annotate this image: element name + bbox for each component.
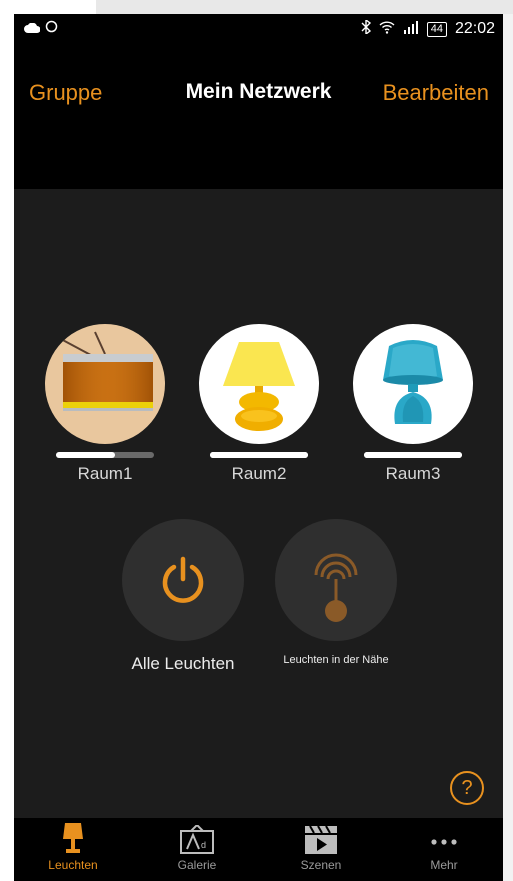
room-card-1[interactable]: Raum1 — [45, 324, 165, 484]
tab-galerie[interactable]: d Galerie — [152, 822, 242, 872]
room2-lamp-image[interactable] — [199, 324, 319, 444]
wifi-icon — [379, 20, 395, 38]
tab-szenen[interactable]: Szenen — [276, 822, 366, 872]
room3-brightness-fill — [364, 452, 462, 458]
signal-icon — [403, 20, 419, 38]
all-lights-label: Alle Leuchten — [131, 654, 235, 673]
lamp-icon — [62, 823, 84, 858]
tab-leuchten[interactable]: Leuchten — [28, 822, 118, 872]
header: Gruppe Mein Netzwerk Bearbeiten — [14, 44, 503, 189]
room3-lamp-image[interactable] — [353, 324, 473, 444]
room2-brightness-fill — [210, 452, 308, 458]
clock: 22:02 — [454, 20, 495, 37]
window-right-edge — [503, 14, 513, 881]
cloud-icon — [24, 20, 41, 37]
circle-notification-icon — [45, 20, 58, 37]
room3-label: Raum3 — [385, 464, 441, 483]
tab-mehr-label: Mehr — [430, 858, 458, 872]
tab-galerie-label: Galerie — [177, 858, 217, 872]
room1-lamp-image[interactable] — [45, 324, 165, 444]
help-button[interactable]: ? — [450, 771, 484, 805]
status-bar: 44 22:02 — [14, 14, 503, 44]
gallery-icon: d — [179, 823, 215, 858]
app-screen: 44 22:02 Gruppe Mein Netzwerk Bearbeiten — [14, 14, 503, 881]
all-lights-power-button[interactable] — [122, 519, 244, 641]
svg-text:d: d — [201, 840, 206, 850]
nearby-lights-label: Leuchten in der Nähe — [283, 654, 389, 666]
battery-indicator: 44 — [426, 21, 447, 37]
room2-label: Raum2 — [231, 464, 287, 483]
tab-bar: Leuchten d Galerie Szenen Mehr — [14, 818, 503, 881]
edit-button[interactable]: Bearbeiten — [383, 80, 489, 106]
tab-leuchten-label: Leuchten — [48, 858, 98, 872]
nearby-lights-button[interactable] — [275, 519, 397, 641]
room-card-2[interactable]: Raum2 — [199, 324, 319, 484]
more-icon — [431, 834, 457, 858]
room2-brightness-bar[interactable] — [210, 452, 308, 458]
tab-mehr[interactable]: Mehr — [399, 822, 489, 872]
room1-brightness-fill — [56, 452, 115, 458]
scenes-icon — [304, 825, 338, 858]
bluetooth-icon — [361, 18, 371, 38]
room1-label: Raum1 — [77, 464, 133, 483]
window-top-strip — [96, 0, 513, 14]
room3-brightness-bar[interactable] — [364, 452, 462, 458]
power-icon — [158, 555, 208, 610]
tab-szenen-label: Szenen — [300, 858, 342, 872]
proximity-icon — [306, 545, 366, 630]
room1-brightness-bar[interactable] — [56, 452, 154, 458]
room-card-3[interactable]: Raum3 — [353, 324, 473, 484]
